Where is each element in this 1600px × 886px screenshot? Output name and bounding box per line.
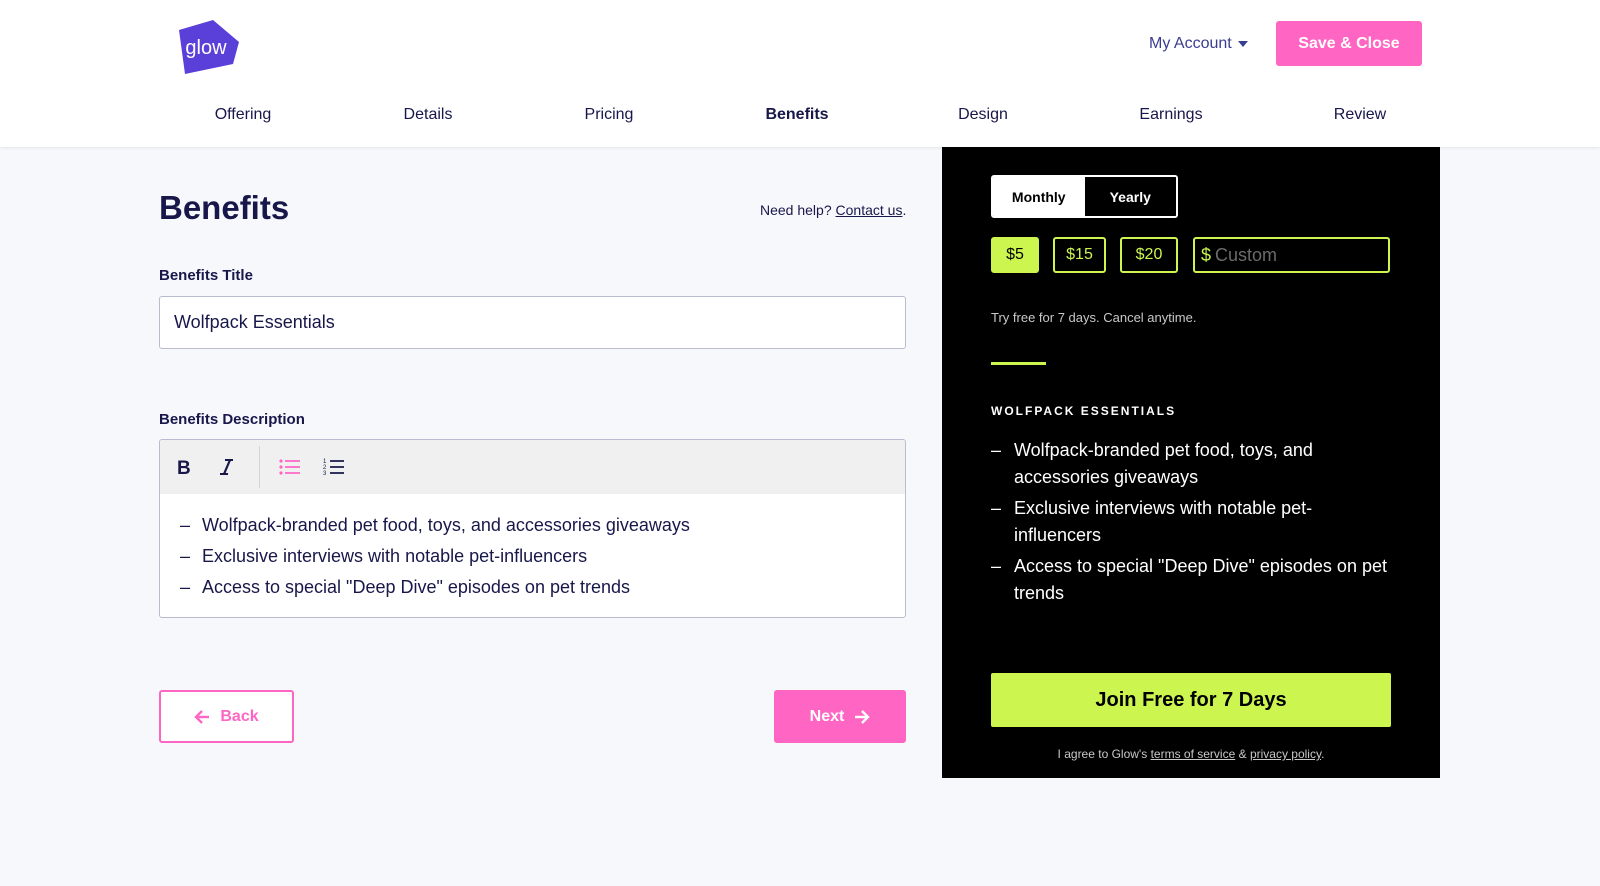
privacy-policy-link[interactable]: privacy policy (1250, 747, 1321, 761)
agree-suffix: . (1321, 747, 1325, 761)
list-item: Exclusive interviews with notable pet-in… (991, 495, 1391, 549)
editor-toolbar: B 1 2 3 (160, 440, 905, 494)
custom-price-input[interactable] (1215, 244, 1376, 266)
toolbar-separator (259, 446, 260, 488)
help-prefix: Need help? (760, 202, 832, 218)
price-option-5[interactable]: $5 (991, 237, 1039, 273)
price-option-15[interactable]: $15 (1053, 237, 1106, 273)
tab-details[interactable]: Details (404, 106, 453, 124)
custom-price-field[interactable]: $ (1193, 237, 1390, 273)
step-nav: Offering Details Pricing Benefits Design… (0, 106, 1600, 130)
billing-monthly-option[interactable]: Monthly (993, 177, 1085, 216)
list-item: Wolfpack-branded pet food, toys, and acc… (180, 510, 885, 541)
list-item: Access to special "Deep Dive" episodes o… (991, 553, 1391, 607)
benefits-title-input[interactable] (159, 296, 906, 349)
list-item: Exclusive interviews with notable pet-in… (180, 541, 885, 572)
my-account-label: My Account (1149, 35, 1232, 52)
next-label: Next (809, 707, 845, 725)
benefits-description-editor[interactable]: B 1 2 3 Wolfpack-branded pet food, toys,… (159, 439, 906, 618)
tab-benefits[interactable]: Benefits (765, 106, 828, 124)
trial-note: Try free for 7 days. Cancel anytime. (991, 310, 1197, 325)
preview-benefits-heading: WOLFPACK ESSENTIALS (991, 404, 1177, 418)
next-button[interactable]: Next (774, 690, 906, 743)
terms-agreement: I agree to Glow's terms of service & pri… (991, 747, 1391, 761)
preview-benefits-list: Wolfpack-branded pet food, toys, and acc… (991, 437, 1391, 611)
list-item: Access to special "Deep Dive" episodes o… (180, 572, 885, 603)
billing-yearly-option[interactable]: Yearly (1084, 177, 1176, 216)
list-item: Wolfpack-branded pet food, toys, and acc… (991, 437, 1391, 491)
page-title: Benefits (159, 189, 290, 226)
glow-logo[interactable]: glow (175, 20, 243, 76)
benefits-description-label: Benefits Description (159, 411, 305, 428)
agree-prefix: I agree to Glow's (1057, 747, 1148, 761)
terms-of-service-link[interactable]: terms of service (1151, 747, 1236, 761)
billing-toggle[interactable]: Monthly Yearly (991, 175, 1178, 218)
join-free-button[interactable]: Join Free for 7 Days (991, 673, 1391, 727)
membership-preview-card: Monthly Yearly $5 $15 $20 $ Try free for… (942, 147, 1440, 778)
my-account-menu[interactable]: My Account (1149, 34, 1248, 54)
numbered-list-icon[interactable]: 1 2 3 (319, 453, 349, 481)
svg-text:B: B (177, 458, 191, 476)
tab-pricing[interactable]: Pricing (585, 106, 634, 124)
tab-design[interactable]: Design (958, 106, 1008, 124)
tab-offering[interactable]: Offering (215, 106, 272, 124)
caret-down-icon (1237, 41, 1248, 47)
save-close-button[interactable]: Save & Close (1276, 21, 1422, 66)
bullet-list-icon[interactable] (275, 453, 305, 481)
editor-content[interactable]: Wolfpack-branded pet food, toys, and acc… (160, 494, 905, 603)
benefits-title-label: Benefits Title (159, 267, 253, 284)
price-option-20[interactable]: $20 (1120, 237, 1178, 273)
italic-icon[interactable] (212, 453, 242, 481)
arrow-left-icon (194, 709, 210, 724)
help-suffix: . (902, 202, 907, 218)
tab-review[interactable]: Review (1334, 106, 1386, 124)
back-label: Back (220, 707, 259, 725)
help-text: Need help? Contact us. (760, 202, 906, 218)
arrow-right-icon (855, 709, 871, 724)
logo-text: glow (185, 37, 227, 59)
top-header: glow My Account Save & Close Offering De… (0, 0, 1600, 147)
svg-text:3: 3 (323, 471, 327, 477)
editor-bullet-list: Wolfpack-branded pet food, toys, and acc… (180, 510, 885, 603)
back-button[interactable]: Back (159, 690, 294, 743)
accent-divider (991, 362, 1046, 365)
tab-earnings[interactable]: Earnings (1139, 106, 1202, 124)
agree-and: & (1238, 747, 1247, 761)
currency-symbol: $ (1201, 244, 1212, 265)
contact-us-link[interactable]: Contact us (836, 202, 903, 218)
bold-icon[interactable]: B (168, 453, 198, 481)
